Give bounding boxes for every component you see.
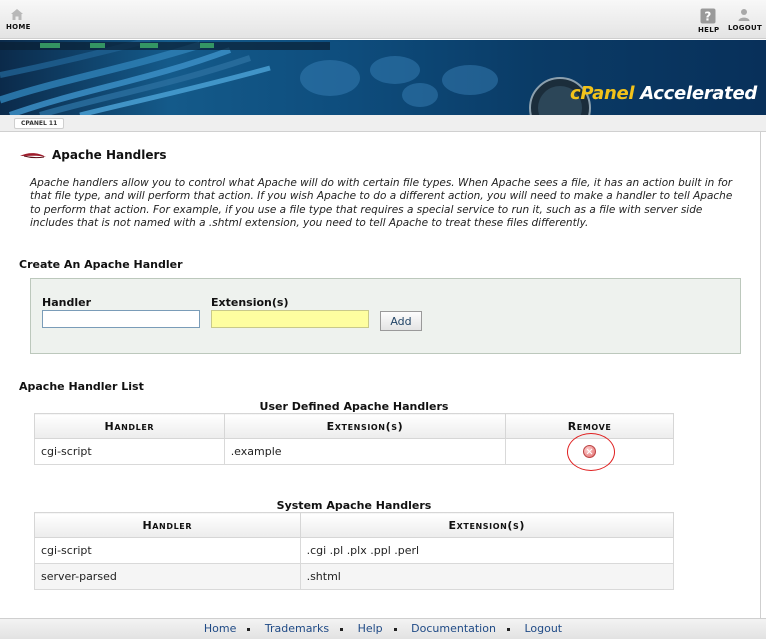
brand-wordmark: cPanel Accelerated [570, 83, 757, 104]
help-label: HELP [698, 26, 720, 34]
home-label: HOME [6, 23, 31, 31]
extension-cell: .cgi .pl .plx .ppl .perl [299, 537, 675, 564]
logout-button[interactable]: LOGOUT [728, 8, 763, 32]
top-nav: HOME ? HELP LOGOUT [0, 0, 766, 39]
home-icon [11, 9, 23, 20]
column-header: Remove [505, 413, 674, 439]
footer-link-help[interactable]: Help [358, 622, 383, 635]
column-header: Extension(s) [223, 413, 507, 439]
handler-input[interactable] [42, 310, 200, 328]
footer-link-documentation[interactable]: Documentation [411, 622, 496, 635]
version-bar: CPANEL 11 [0, 115, 766, 132]
footer-link-logout[interactable]: Logout [524, 622, 562, 635]
handler-cell: cgi-script [34, 537, 301, 564]
separator-dot [340, 627, 344, 631]
page-title: Apache Handlers [52, 148, 167, 162]
remove-icon[interactable] [583, 445, 597, 459]
column-header: Handler [34, 512, 301, 538]
extension-label: Extension(s) [211, 296, 289, 309]
add-button[interactable]: Add [380, 311, 422, 331]
footer-link-home[interactable]: Home [204, 622, 236, 635]
remove-cell [505, 438, 674, 465]
help-icon: ? [700, 8, 716, 24]
create-handler-heading: Create An Apache Handler [19, 258, 183, 271]
logout-label: LOGOUT [728, 24, 763, 32]
table-header-row: Handler Extension(s) Remove [34, 413, 674, 439]
user-handlers-table: Handler Extension(s) Remove cgi-script .… [34, 413, 674, 465]
home-button[interactable]: HOME [6, 8, 31, 31]
table-row: cgi-script .cgi .pl .plx .ppl .perl [34, 537, 675, 564]
cpanel-banner: cPanel Accelerated [0, 40, 766, 115]
system-handlers-table: Handler Extension(s) cgi-script .cgi .pl… [34, 512, 675, 590]
feather-icon [20, 153, 46, 159]
svg-text:?: ? [704, 10, 711, 24]
footer: Home Trademarks Help Documentation Logou… [0, 618, 766, 639]
handler-cell: server-parsed [34, 563, 301, 590]
handler-list-heading: Apache Handler List [19, 380, 144, 393]
extension-input[interactable] [211, 310, 369, 328]
user-handlers-caption: User Defined Apache Handlers [259, 400, 449, 413]
separator-dot [393, 627, 397, 631]
column-header: Extension(s) [299, 512, 675, 538]
user-logout-icon [738, 9, 750, 21]
table-row: cgi-script .example [34, 438, 674, 465]
table-row: server-parsed .shtml [34, 563, 675, 590]
system-handlers-caption: System Apache Handlers [276, 499, 432, 512]
extension-cell: .example [223, 438, 507, 465]
column-header: Handler [34, 413, 225, 439]
page-description: Apache handlers allow you to control wha… [30, 177, 733, 229]
brand-prefix: cPanel [570, 83, 635, 104]
footer-links: Home Trademarks Help Documentation Logou… [0, 622, 766, 635]
version-tab: CPANEL 11 [14, 118, 65, 129]
brand-suffix: Accelerated [640, 83, 757, 104]
handler-cell: cgi-script [34, 438, 225, 465]
table-header-row: Handler Extension(s) [34, 512, 675, 538]
help-button[interactable]: ? HELP [698, 8, 720, 34]
separator-dot [247, 627, 251, 631]
handler-label: Handler [42, 296, 91, 309]
separator-dot [506, 627, 510, 631]
footer-link-trademarks[interactable]: Trademarks [265, 622, 329, 635]
extension-cell: .shtml [299, 563, 675, 590]
